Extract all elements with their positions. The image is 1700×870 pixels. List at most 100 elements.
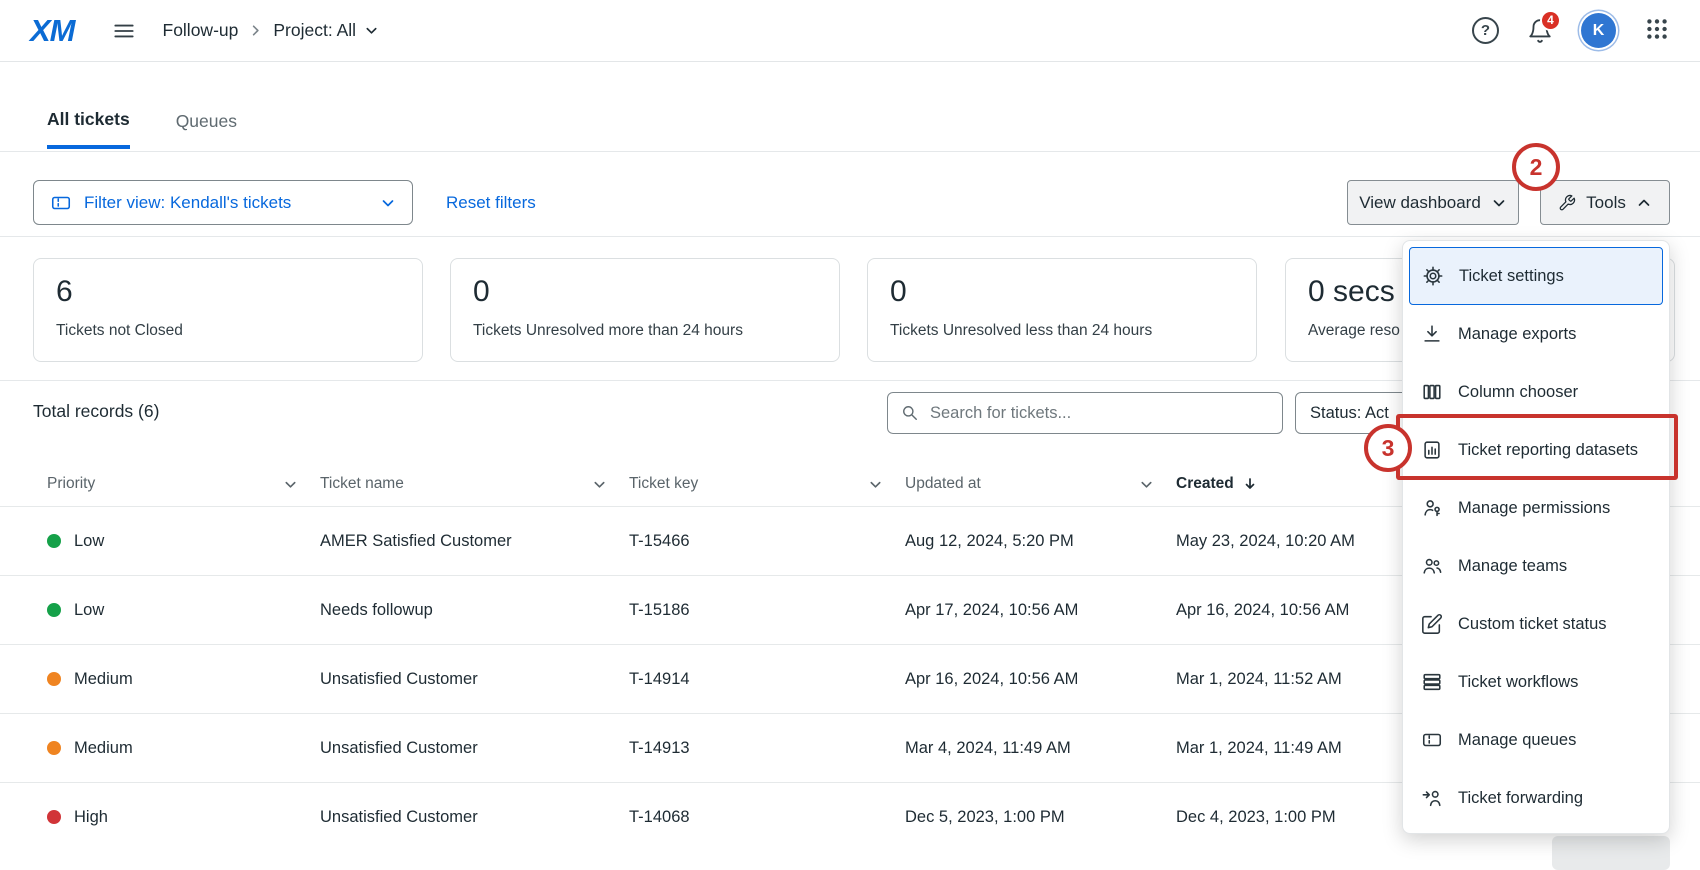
chevron-down-icon	[868, 477, 883, 492]
people-icon	[1421, 555, 1443, 577]
filter-view-label: Filter view: Kendall's tickets	[84, 193, 291, 213]
person-key-icon	[1421, 497, 1443, 519]
hamburger-icon	[111, 18, 137, 44]
search-icon	[900, 403, 920, 423]
ticket-icon	[50, 192, 72, 214]
priority-dot	[47, 741, 61, 755]
chevron-down-icon	[380, 195, 396, 211]
menu-item-manage-exports[interactable]: Manage exports	[1403, 305, 1669, 363]
menu-item-ticket-forwarding[interactable]: Ticket forwarding	[1403, 769, 1669, 827]
ticket-tabs: All tickets Queues	[47, 109, 237, 149]
stat-value: 6	[56, 275, 400, 309]
cell-ticket-name: Unsatisfied Customer	[320, 739, 629, 758]
total-records-label: Total records (6)	[33, 401, 159, 422]
menu-item-manage-permissions[interactable]: Manage permissions	[1403, 479, 1669, 537]
cell-updated-at: Dec 5, 2023, 1:00 PM	[905, 808, 1176, 827]
cell-ticket-name: Unsatisfied Customer	[320, 808, 629, 827]
chevron-right-icon	[248, 23, 263, 38]
divider	[0, 151, 1700, 152]
column-header-priority[interactable]: Priority	[47, 475, 320, 493]
cell-ticket-name: AMER Satisfied Customer	[320, 532, 629, 551]
menu-item-ticket-settings[interactable]: Ticket settings	[1409, 247, 1663, 305]
breadcrumb: Follow-up Project: All	[163, 20, 380, 41]
cell-ticket-key: T-15466	[629, 532, 905, 551]
menu-item-column-chooser[interactable]: Column chooser	[1403, 363, 1669, 421]
tools-button[interactable]: Tools	[1540, 180, 1670, 225]
stat-label: Tickets Unresolved more than 24 hours	[473, 322, 817, 340]
question-mark-icon: ?	[1481, 22, 1490, 39]
priority-dot	[47, 603, 61, 617]
priority-dot	[47, 534, 61, 548]
gear-icon	[1422, 265, 1444, 287]
app-switcher-button[interactable]	[1644, 16, 1670, 45]
ticket-search[interactable]	[887, 392, 1283, 434]
divider	[0, 236, 1700, 237]
priority-dot	[47, 672, 61, 686]
view-dashboard-button[interactable]: View dashboard	[1347, 180, 1519, 225]
annotation-step-2: 2	[1512, 143, 1560, 191]
help-button[interactable]: ?	[1472, 17, 1499, 44]
menu-item-ticket-reporting-datasets[interactable]: Ticket reporting datasets	[1403, 421, 1669, 479]
stat-card-unresolved-more-24h: 0 Tickets Unresolved more than 24 hours	[450, 258, 840, 362]
chevron-up-icon	[1636, 195, 1652, 211]
column-chooser-icon	[1421, 381, 1443, 403]
sort-desc-icon	[1242, 476, 1258, 492]
cell-updated-at: Aug 12, 2024, 5:20 PM	[905, 532, 1176, 551]
search-input[interactable]	[930, 404, 1270, 423]
topbar-actions: ? 4 K	[1472, 13, 1670, 48]
global-nav-menu-button[interactable]	[107, 14, 141, 48]
topbar: XM Follow-up Project: All ? 4 K	[0, 0, 1700, 62]
column-header-ticket-key[interactable]: Ticket key	[629, 475, 905, 493]
cell-ticket-key: T-14913	[629, 739, 905, 758]
menu-item-ticket-workflows[interactable]: Ticket workflows	[1403, 653, 1669, 711]
breadcrumb-project[interactable]: Follow-up	[163, 20, 239, 41]
project-filter-dropdown[interactable]: Project: All	[273, 20, 379, 41]
stat-label: Tickets not Closed	[56, 322, 400, 340]
cell-updated-at: Apr 17, 2024, 10:56 AM	[905, 601, 1176, 620]
notification-badge: 4	[1540, 10, 1561, 31]
menu-item-custom-ticket-status[interactable]: Custom ticket status	[1403, 595, 1669, 653]
report-dataset-icon	[1421, 439, 1443, 461]
workflow-icon	[1421, 671, 1443, 693]
cell-ticket-key: T-14914	[629, 670, 905, 689]
grid-icon	[1644, 16, 1670, 42]
chevron-down-icon	[592, 477, 607, 492]
ticket-icon	[1421, 729, 1443, 751]
reset-filters-link[interactable]: Reset filters	[446, 180, 536, 225]
view-dashboard-label: View dashboard	[1359, 193, 1481, 213]
tools-menu: Ticket settings Manage exports Column ch…	[1402, 240, 1670, 834]
stat-label: Tickets Unresolved less than 24 hours	[890, 322, 1234, 340]
tools-label: Tools	[1586, 193, 1626, 213]
tab-queues[interactable]: Queues	[176, 109, 237, 149]
annotation-step-3: 3	[1364, 424, 1412, 472]
column-header-ticket-name[interactable]: Ticket name	[320, 475, 629, 493]
cell-ticket-name: Unsatisfied Customer	[320, 670, 629, 689]
cell-updated-at: Mar 4, 2024, 11:49 AM	[905, 739, 1176, 758]
avatar[interactable]: K	[1581, 13, 1616, 48]
stat-value: 0	[890, 275, 1234, 309]
chevron-down-icon	[364, 23, 379, 38]
xm-logo: XM	[30, 13, 75, 49]
project-filter-label: Project: All	[273, 20, 356, 41]
edit-icon	[1421, 613, 1443, 635]
chevron-down-icon	[283, 477, 298, 492]
cell-ticket-key: T-14068	[629, 808, 905, 827]
notifications-button[interactable]: 4	[1527, 18, 1553, 44]
column-header-updated-at[interactable]: Updated at	[905, 475, 1176, 493]
cell-ticket-name: Needs followup	[320, 601, 629, 620]
wrench-icon	[1558, 194, 1576, 212]
cell-ticket-key: T-15186	[629, 601, 905, 620]
chevron-down-icon	[1139, 477, 1154, 492]
chevron-down-icon	[1491, 195, 1507, 211]
stat-value: 0	[473, 275, 817, 309]
person-arrow-icon	[1421, 787, 1443, 809]
stat-card-unresolved-less-24h: 0 Tickets Unresolved less than 24 hours	[867, 258, 1257, 362]
menu-item-manage-teams[interactable]: Manage teams	[1403, 537, 1669, 595]
menu-item-manage-queues[interactable]: Manage queues	[1403, 711, 1669, 769]
download-icon	[1421, 323, 1443, 345]
filter-view-dropdown[interactable]: Filter view: Kendall's tickets	[33, 180, 413, 225]
priority-dot	[47, 810, 61, 824]
tab-all-tickets[interactable]: All tickets	[47, 109, 130, 149]
stat-card-not-closed: 6 Tickets not Closed	[33, 258, 423, 362]
cell-updated-at: Apr 16, 2024, 10:56 AM	[905, 670, 1176, 689]
